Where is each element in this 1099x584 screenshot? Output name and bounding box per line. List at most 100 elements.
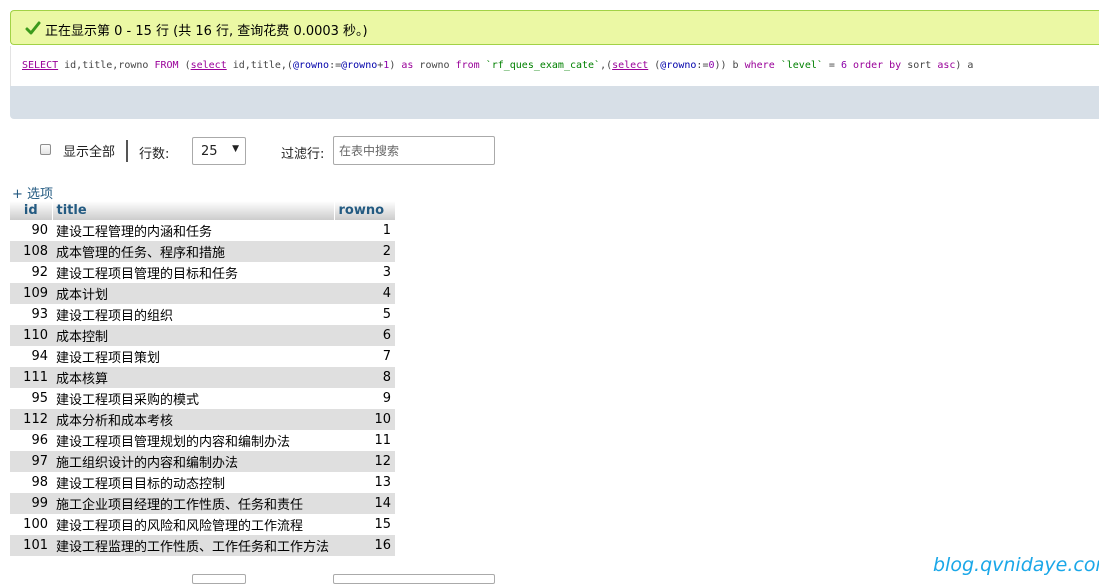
sql-token: ( bbox=[178, 60, 191, 71]
column-header-title[interactable]: title bbox=[52, 201, 335, 220]
table-row[interactable]: 112 成本分析和成本考核 10 bbox=[10, 409, 395, 430]
sql-token: rowno bbox=[413, 60, 456, 71]
table-header-row: id title rowno bbox=[10, 201, 396, 220]
check-icon bbox=[25, 21, 41, 35]
sql-token: `level` bbox=[780, 60, 823, 71]
sql-query-box[interactable]: SELECT id,title,rowno FROM (select id,ti… bbox=[10, 46, 1099, 86]
bottom-filter-input[interactable] bbox=[333, 574, 495, 584]
cell-id: 93 bbox=[10, 304, 52, 325]
cell-rowno: 2 bbox=[334, 241, 395, 262]
cell-title: 建设工程项目管理规划的内容和编制办法 bbox=[52, 430, 334, 451]
table-row[interactable]: 110 成本控制 6 bbox=[10, 325, 395, 346]
sql-token: from bbox=[455, 60, 480, 71]
sql-token: @rowno bbox=[292, 60, 330, 71]
table-row[interactable]: 100 建设工程项目的风险和风险管理的工作流程 15 bbox=[10, 514, 395, 535]
cell-rowno: 1 bbox=[334, 220, 395, 241]
sql-token: := bbox=[696, 60, 709, 71]
table-row[interactable]: 92 建设工程项目管理的目标和任务 3 bbox=[10, 262, 395, 283]
results-table: id title rowno 90 建设工程管理的内涵和任务 1 108 成本管理的任务… bbox=[10, 201, 396, 556]
sql-token: select bbox=[612, 60, 649, 71]
cell-id: 97 bbox=[10, 451, 52, 472]
table-row[interactable]: 108 成本管理的任务、程序和措施 2 bbox=[10, 241, 395, 262]
table-row[interactable]: 101 建设工程监理的工作性质、工作任务和工作方法 16 bbox=[10, 535, 395, 556]
sql-token: )) b bbox=[714, 60, 745, 71]
sql-token: sort bbox=[901, 60, 938, 71]
sql-token: `rf_ques_exam_cate` bbox=[485, 60, 601, 71]
sql-token: id,title,( bbox=[226, 60, 293, 71]
sql-token: select bbox=[190, 60, 227, 71]
cell-title: 建设工程管理的内涵和任务 bbox=[52, 220, 334, 241]
cell-id: 112 bbox=[10, 409, 52, 430]
cell-title: 成本分析和成本考核 bbox=[52, 409, 334, 430]
cell-rowno: 6 bbox=[334, 325, 395, 346]
success-message-text: 正在显示第 0 - 15 行 (共 16 行, 查询花费 0.0003 秒。) bbox=[45, 24, 368, 39]
cell-title: 施工组织设计的内容和编制办法 bbox=[52, 451, 334, 472]
sql-token: as bbox=[401, 60, 414, 71]
sql-query-text[interactable]: SELECT id,title,rowno FROM (select id,ti… bbox=[22, 60, 973, 71]
watermark-text: blog.qvnidaye.com bbox=[933, 554, 1099, 576]
cell-rowno: 4 bbox=[334, 283, 395, 304]
cell-title: 成本核算 bbox=[52, 367, 334, 388]
caret-down-icon: ▼ bbox=[232, 144, 239, 154]
cell-rowno: 5 bbox=[334, 304, 395, 325]
sql-token: @rowno bbox=[341, 60, 378, 71]
table-row[interactable]: 98 建设工程项目目标的动态控制 13 bbox=[10, 472, 395, 493]
sql-token: FROM bbox=[154, 60, 179, 71]
cell-rowno: 13 bbox=[334, 472, 395, 493]
cell-rowno: 14 bbox=[334, 493, 395, 514]
sql-token: asc bbox=[937, 60, 956, 71]
table-row[interactable]: 90 建设工程管理的内涵和任务 1 bbox=[10, 220, 395, 241]
show-all-label[interactable]: 显示全部 bbox=[63, 141, 115, 160]
table-row[interactable]: 111 成本核算 8 bbox=[10, 367, 395, 388]
table-row[interactable]: 93 建设工程项目的组织 5 bbox=[10, 304, 395, 325]
rows-label: 行数: bbox=[139, 147, 170, 162]
rows-per-page-value: 25 bbox=[201, 144, 218, 159]
bottom-rows-select[interactable] bbox=[192, 574, 246, 584]
sql-token: order by bbox=[853, 60, 902, 71]
table-row[interactable]: 94 建设工程项目策划 7 bbox=[10, 346, 395, 367]
cell-title: 成本管理的任务、程序和措施 bbox=[52, 241, 334, 262]
options-link[interactable]: + 选项 bbox=[12, 183, 53, 202]
table-row[interactable]: 99 施工企业项目经理的工作性质、任务和责任 14 bbox=[10, 493, 395, 514]
cell-rowno: 15 bbox=[334, 514, 395, 535]
rows-per-page-select[interactable]: 25 ▼ bbox=[192, 137, 246, 165]
filter-label: 过滤行: bbox=[281, 147, 325, 162]
success-message-bar: 正在显示第 0 - 15 行 (共 16 行, 查询花费 0.0003 秒。) bbox=[10, 10, 1099, 45]
cell-title: 建设工程项目的组织 bbox=[52, 304, 334, 325]
table-row[interactable]: 109 成本计划 4 bbox=[10, 283, 395, 304]
cell-id: 99 bbox=[10, 493, 52, 514]
cell-id: 109 bbox=[10, 283, 52, 304]
sql-token: ,( bbox=[600, 60, 613, 71]
cell-title: 建设工程项目策划 bbox=[52, 346, 334, 367]
cell-id: 92 bbox=[10, 262, 52, 283]
sql-token: = bbox=[822, 60, 841, 71]
sql-token: := bbox=[329, 60, 342, 71]
cell-title: 施工企业项目经理的工作性质、任务和责任 bbox=[52, 493, 334, 514]
table-row[interactable]: 95 建设工程项目采购的模式 9 bbox=[10, 388, 395, 409]
cell-rowno: 12 bbox=[334, 451, 395, 472]
cell-title: 建设工程监理的工作性质、工作任务和工作方法 bbox=[52, 535, 334, 556]
cell-id: 90 bbox=[10, 220, 52, 241]
cell-rowno: 10 bbox=[334, 409, 395, 430]
cell-rowno: 8 bbox=[334, 367, 395, 388]
filter-rows-input[interactable] bbox=[333, 136, 495, 165]
sql-token: SELECT bbox=[22, 60, 59, 71]
table-row[interactable]: 96 建设工程项目管理规划的内容和编制办法 11 bbox=[10, 430, 395, 451]
cell-rowno: 7 bbox=[334, 346, 395, 367]
cell-id: 111 bbox=[10, 367, 52, 388]
show-all-checkbox[interactable] bbox=[40, 144, 51, 155]
nav-divider bbox=[126, 140, 128, 162]
column-header-rowno[interactable]: rowno bbox=[334, 201, 396, 220]
cell-id: 100 bbox=[10, 514, 52, 535]
table-row[interactable]: 97 施工组织设计的内容和编制办法 12 bbox=[10, 451, 395, 472]
query-tools-bar bbox=[10, 86, 1099, 119]
cell-title: 成本计划 bbox=[52, 283, 334, 304]
table-navigation: 显示全部 行数: 25 ▼ 过滤行: bbox=[0, 136, 1099, 166]
cell-id: 108 bbox=[10, 241, 52, 262]
cell-id: 101 bbox=[10, 535, 52, 556]
cell-id: 96 bbox=[10, 430, 52, 451]
sql-token: ) bbox=[389, 60, 402, 71]
column-header-id[interactable]: id bbox=[10, 201, 53, 220]
sql-token: where bbox=[744, 60, 775, 71]
sql-token: @rowno bbox=[660, 60, 697, 71]
